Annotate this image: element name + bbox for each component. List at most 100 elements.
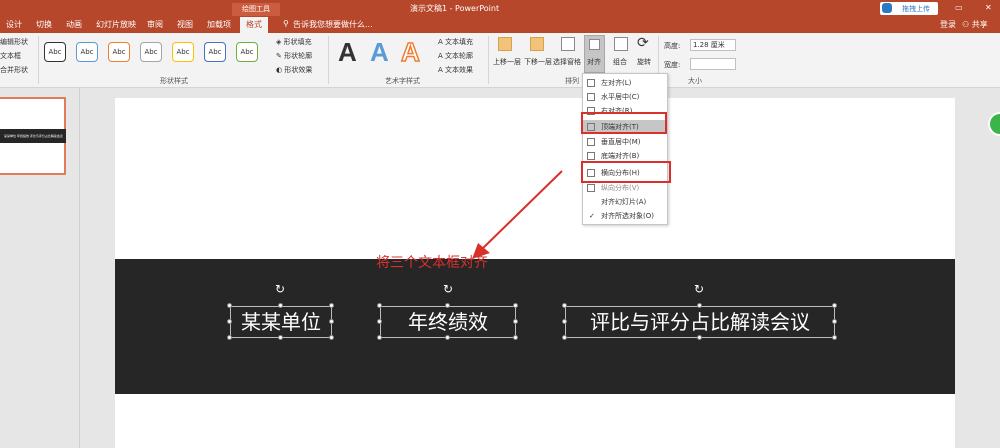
text-fill-button[interactable]: A 文本填充 bbox=[438, 37, 473, 47]
shape-effects-button[interactable]: ◐ 形状效果 bbox=[276, 65, 312, 75]
menu-distribute-vertical[interactable]: 纵向分布(V) bbox=[583, 181, 667, 195]
resize-handle[interactable] bbox=[227, 335, 232, 340]
window-title: 演示文稿1 - PowerPoint bbox=[410, 4, 500, 13]
tab-format[interactable]: 格式 bbox=[240, 17, 268, 33]
rotate-handle-icon[interactable]: ↻ bbox=[443, 282, 453, 296]
restore-button[interactable]: ▭ bbox=[955, 3, 963, 12]
upload-button[interactable]: 拖拽上传 bbox=[880, 2, 938, 15]
login-link[interactable]: 登录 bbox=[940, 19, 956, 30]
group-button[interactable]: 组合 bbox=[613, 57, 627, 67]
bring-forward-button[interactable]: 上移一层 bbox=[493, 57, 521, 67]
menu-align-center[interactable]: 水平居中(C) bbox=[583, 90, 667, 104]
close-button[interactable]: ✕ bbox=[985, 3, 992, 12]
shape-outline-button[interactable]: ✎ 形状轮廓 bbox=[276, 51, 312, 61]
rotate-handle-icon[interactable]: ↻ bbox=[275, 282, 285, 296]
shape-style-5[interactable]: Abc bbox=[172, 42, 194, 62]
resize-handle[interactable] bbox=[513, 319, 518, 324]
resize-handle[interactable] bbox=[562, 319, 567, 324]
resize-handle[interactable] bbox=[562, 335, 567, 340]
send-backward-icon bbox=[530, 37, 544, 51]
text-effects-label: 文本效果 bbox=[445, 66, 474, 74]
align-label: 对齐 bbox=[587, 58, 601, 66]
shape-fill-button[interactable]: ◈ 形状填充 bbox=[276, 37, 312, 47]
tab-transitions[interactable]: 切换 bbox=[36, 19, 52, 30]
align-icon bbox=[589, 39, 600, 50]
height-label: 高度: bbox=[664, 42, 681, 50]
rotate-handle-icon[interactable]: ↻ bbox=[694, 282, 704, 296]
menu-align-left[interactable]: 左对齐(L) bbox=[583, 76, 667, 90]
align-left-icon bbox=[587, 79, 595, 87]
shape-style-7[interactable]: Abc bbox=[236, 42, 258, 62]
wordart-black[interactable]: A bbox=[338, 37, 357, 68]
resize-handle[interactable] bbox=[445, 335, 450, 340]
resize-handle[interactable] bbox=[513, 303, 518, 308]
shape-style-4[interactable]: Abc bbox=[140, 42, 162, 62]
textbox-button[interactable]: 文本框 bbox=[0, 51, 21, 61]
merge-shapes-button[interactable]: 合并形状 bbox=[0, 65, 28, 75]
resize-handle[interactable] bbox=[697, 303, 702, 308]
highlight-distribute-horizontal bbox=[581, 161, 671, 183]
shape-effects-label: 形状效果 bbox=[284, 66, 313, 74]
floating-assistant-icon[interactable] bbox=[988, 112, 1000, 136]
align-bottom-icon bbox=[587, 152, 595, 160]
resize-handle[interactable] bbox=[329, 319, 334, 324]
tab-animations[interactable]: 动画 bbox=[66, 19, 82, 30]
resize-handle[interactable] bbox=[697, 335, 702, 340]
edit-shape-button[interactable]: 编辑形状 bbox=[0, 37, 28, 47]
resize-handle[interactable] bbox=[278, 303, 283, 308]
resize-handle[interactable] bbox=[329, 335, 334, 340]
align-button[interactable]: 对齐 bbox=[584, 35, 605, 73]
resize-handle[interactable] bbox=[445, 303, 450, 308]
resize-handle[interactable] bbox=[227, 303, 232, 308]
lightbulb-icon: ⚲ bbox=[283, 19, 289, 28]
rotate-button[interactable]: 旋转 bbox=[637, 57, 651, 67]
share-label: 共享 bbox=[971, 20, 988, 29]
minimize-button[interactable]: – bbox=[910, 3, 914, 12]
width-input[interactable] bbox=[690, 58, 736, 70]
resize-handle[interactable] bbox=[329, 303, 334, 308]
menu-label: 对齐幻灯片(A) bbox=[601, 198, 647, 206]
group-size: 大小 bbox=[688, 77, 702, 85]
menu-align-selected[interactable]: ✓ 对齐所选对象(O) bbox=[583, 209, 667, 223]
send-backward-button[interactable]: 下移一层 bbox=[524, 57, 552, 67]
resize-handle[interactable] bbox=[832, 335, 837, 340]
menu-align-to-slide[interactable]: 对齐幻灯片(A) bbox=[583, 195, 667, 209]
resize-handle[interactable] bbox=[513, 335, 518, 340]
menu-align-middle[interactable]: 垂直居中(M) bbox=[583, 135, 667, 149]
selection-pane-icon bbox=[561, 37, 575, 51]
shape-style-3[interactable]: Abc bbox=[108, 42, 130, 62]
resize-handle[interactable] bbox=[832, 319, 837, 324]
slide-thumbnail[interactable]: 某某单位 年终绩效 评比与评分占比解读会议 bbox=[0, 97, 66, 175]
textbox-performance[interactable]: 年终绩效 bbox=[380, 306, 516, 338]
text-effects-button[interactable]: A 文本效果 bbox=[438, 65, 473, 75]
tab-slideshow[interactable]: 幻灯片放映 bbox=[96, 19, 136, 30]
wordart-orange[interactable]: A bbox=[400, 36, 420, 68]
wordart-blue[interactable]: A bbox=[370, 37, 389, 68]
resize-handle[interactable] bbox=[377, 303, 382, 308]
tab-view[interactable]: 视图 bbox=[177, 19, 193, 30]
tab-design[interactable]: 设计 bbox=[6, 19, 22, 30]
resize-handle[interactable] bbox=[278, 335, 283, 340]
textbox-unit[interactable]: 某某单位 bbox=[230, 306, 332, 338]
shape-style-2[interactable]: Abc bbox=[76, 42, 98, 62]
resize-handle[interactable] bbox=[832, 303, 837, 308]
group-shape-styles: 形状样式 bbox=[160, 77, 188, 85]
resize-handle[interactable] bbox=[377, 319, 382, 324]
align-dropdown-menu: 左对齐(L) 水平居中(C) 右对齐(R) 顶端对齐(T) 垂直居中(M) 底端… bbox=[582, 73, 668, 225]
menu-label: 垂直居中(M) bbox=[601, 138, 641, 146]
tab-review[interactable]: 审阅 bbox=[147, 19, 163, 30]
resize-handle[interactable] bbox=[562, 303, 567, 308]
text-outline-button[interactable]: A 文本轮廓 bbox=[438, 51, 473, 61]
textbox-meeting[interactable]: 评比与评分占比解读会议 bbox=[565, 306, 835, 338]
selection-pane-button[interactable]: 选择窗格 bbox=[553, 57, 581, 67]
tab-addins[interactable]: 加载项 bbox=[207, 19, 231, 30]
resize-handle[interactable] bbox=[227, 319, 232, 324]
text-outline-label: 文本轮廓 bbox=[445, 52, 474, 60]
text-fill-label: 文本填充 bbox=[445, 38, 474, 46]
tell-me-input[interactable]: 告诉我您想要做什么... bbox=[293, 19, 373, 30]
resize-handle[interactable] bbox=[377, 335, 382, 340]
shape-style-1[interactable]: Abc bbox=[44, 42, 66, 62]
height-input[interactable]: 1.28 厘米 bbox=[690, 39, 736, 51]
shape-style-6[interactable]: Abc bbox=[204, 42, 226, 62]
share-button[interactable]: ⚇ 共享 bbox=[962, 19, 988, 30]
